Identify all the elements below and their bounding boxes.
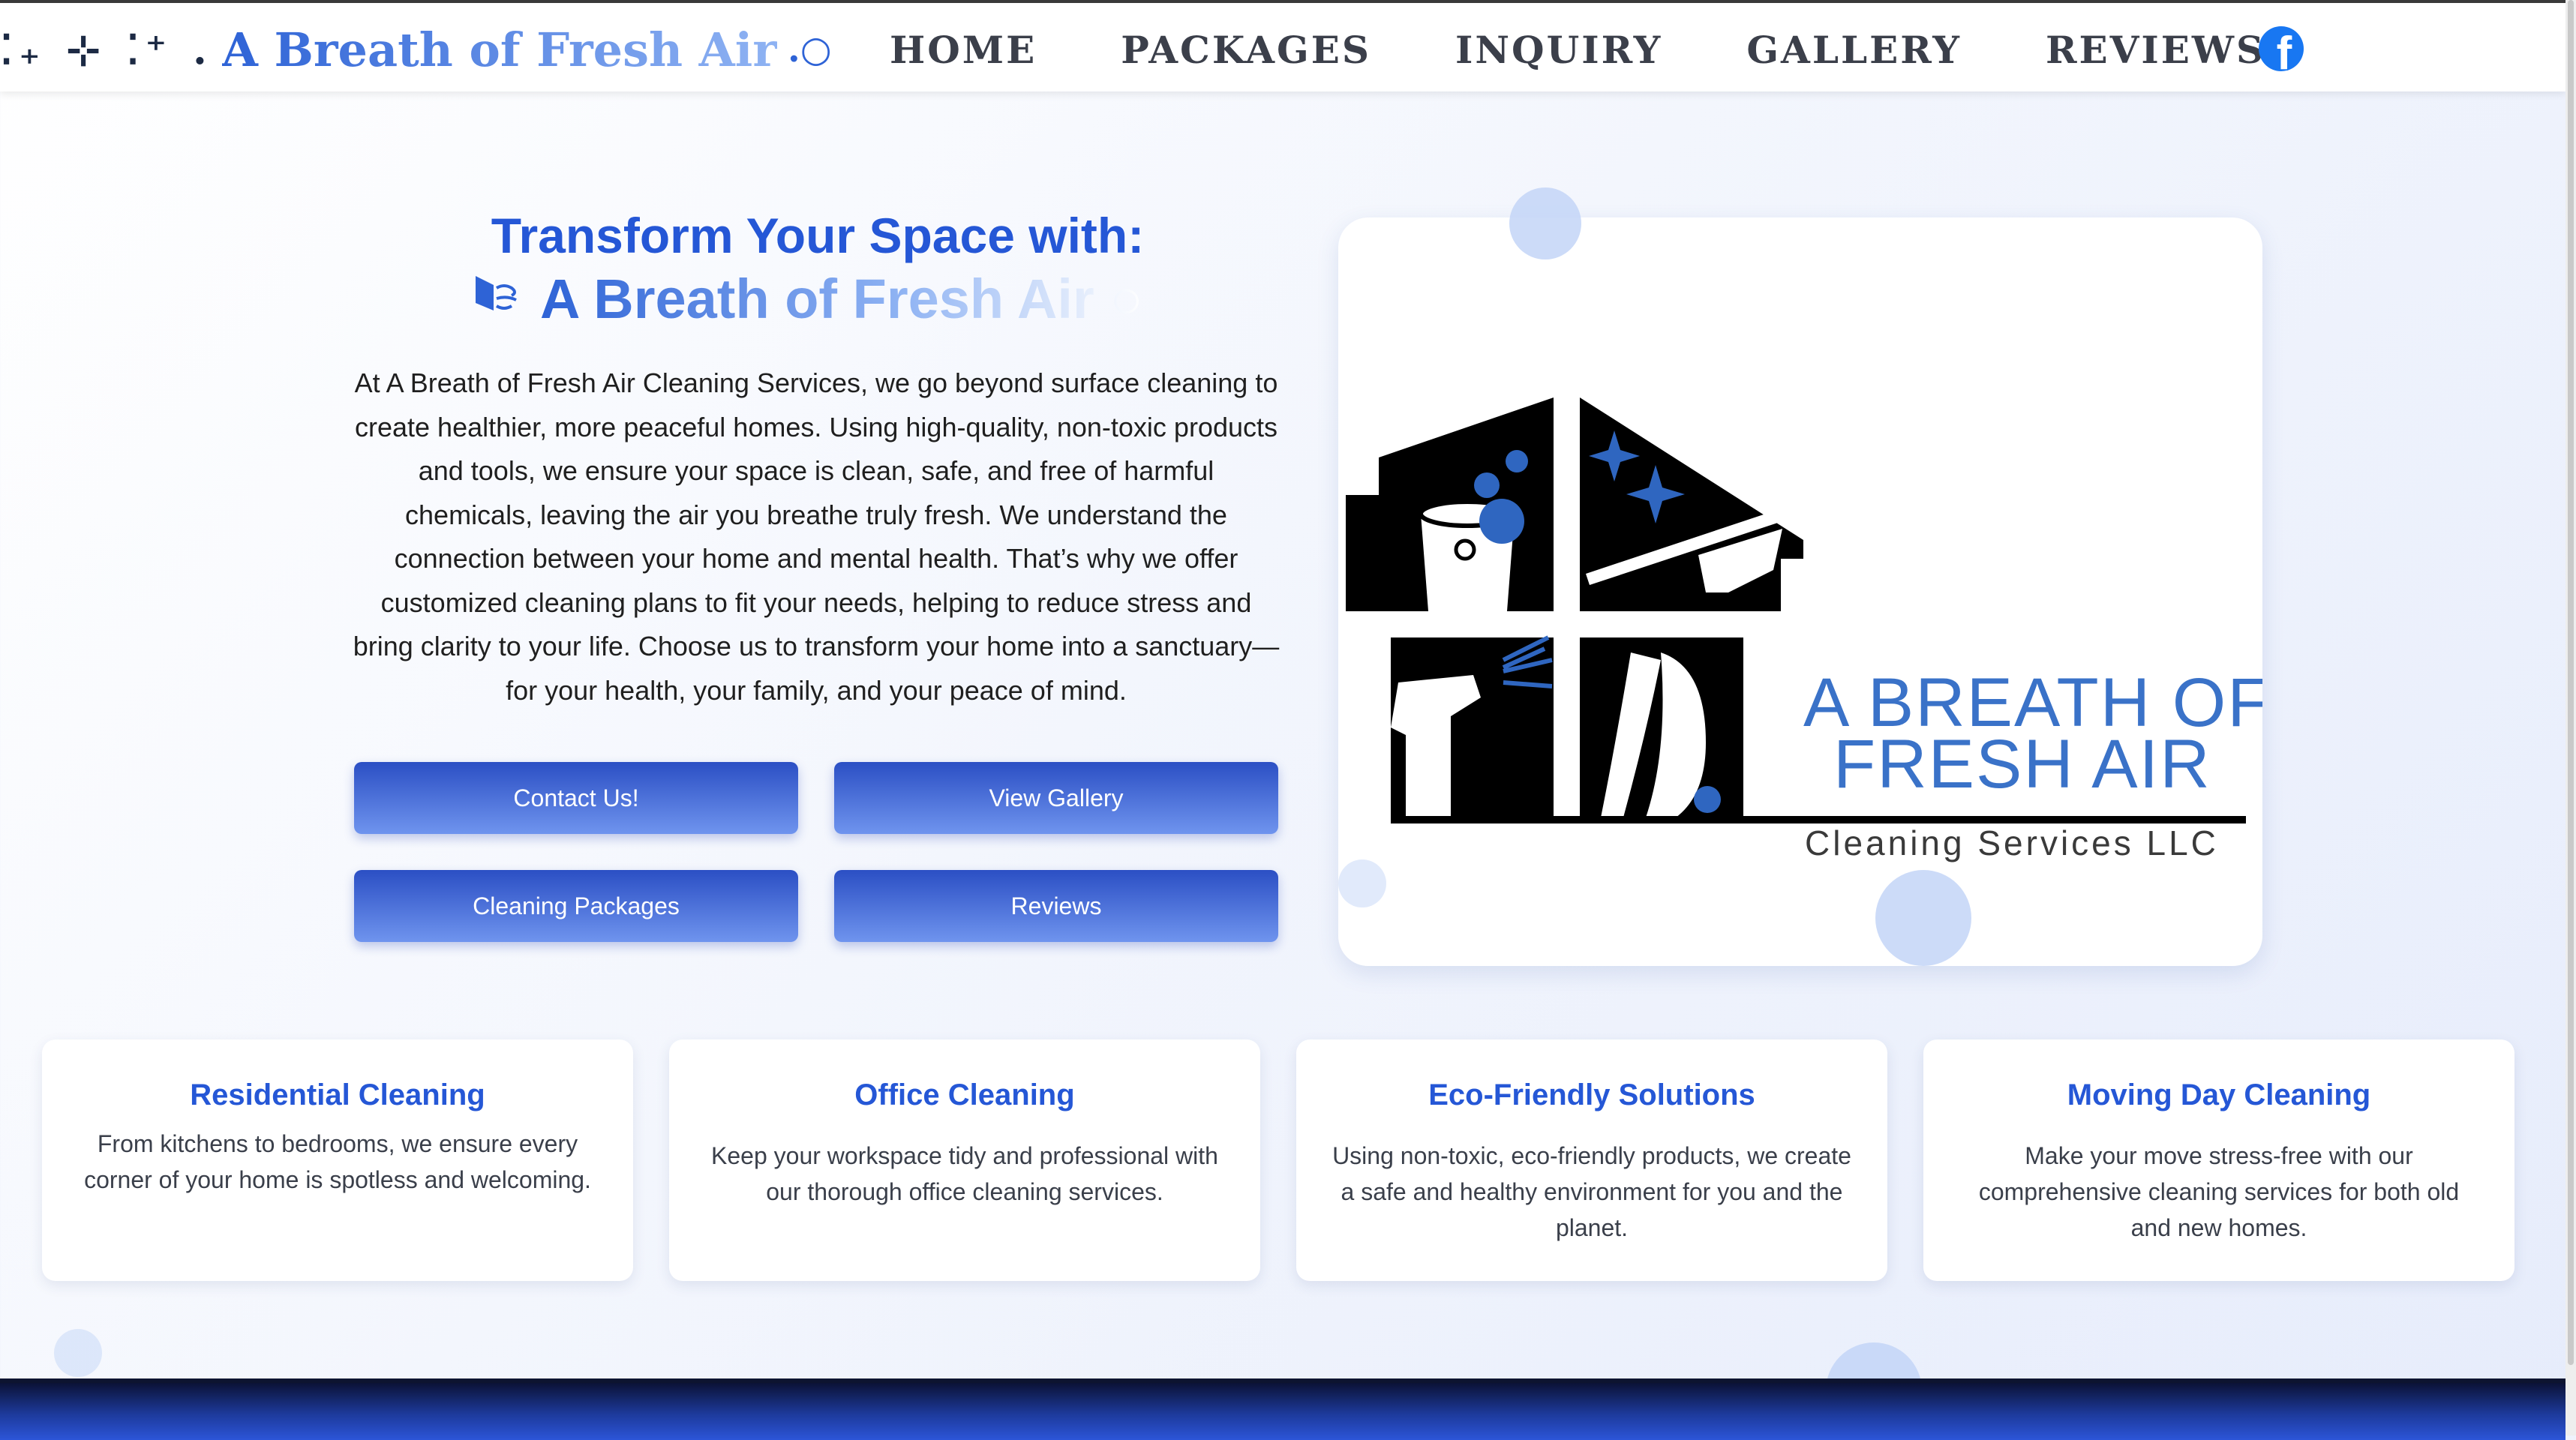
service-title: Moving Day Cleaning <box>2067 1078 2371 1112</box>
hero-brand-name: A Breath of Fresh Air ○ <box>540 267 1143 330</box>
nav-gallery-link[interactable]: GALLERY <box>1746 28 1962 72</box>
wind-icon <box>471 273 524 325</box>
service-title: Eco-Friendly Solutions <box>1428 1078 1755 1112</box>
service-description: Using non-toxic, eco-friendly products, … <box>1332 1142 1851 1241</box>
main-menu: HOME PACKAGES INQUIRY GALLERY REVIEWS <box>890 26 2349 74</box>
view-gallery-button[interactable]: View Gallery <box>834 762 1278 834</box>
nav-inquiry-link[interactable]: INQUIRY <box>1455 28 1662 72</box>
brand-name: A Breath of Fresh Air <box>221 22 777 77</box>
service-card-office: Office Cleaning Keep your workspace tidy… <box>669 1040 1260 1281</box>
nav-packages-link[interactable]: PACKAGES <box>1121 28 1371 72</box>
hero-heading: Transform Your Space with: <box>491 208 1145 263</box>
company-logo-card: A BREATH OF FRESH AIR Cleaning Services … <box>1338 218 2270 966</box>
logo-title-line2: FRESH AIR <box>1833 726 2211 802</box>
service-description: From kitchens to bedrooms, we ensure eve… <box>84 1130 591 1193</box>
service-card-residential: Residential Cleaning From kitchens to be… <box>42 1040 633 1281</box>
decorative-bubble <box>1338 860 1386 908</box>
page-scrollbar[interactable] <box>2565 0 2576 1436</box>
service-card-eco: Eco-Friendly Solutions Using non-toxic, … <box>1296 1040 1887 1281</box>
service-card-moving: Moving Day Cleaning Make your move stres… <box>1923 1040 2514 1281</box>
site-brand[interactable]: ⁚₊ ⊹ ⁚⁺ . A Breath of Fresh Air .○ <box>0 20 832 80</box>
service-description: Make your move stress-free with our comp… <box>1978 1142 2460 1241</box>
cleaning-packages-button[interactable]: Cleaning Packages <box>354 870 798 942</box>
contact-us-button[interactable]: Contact Us! <box>354 762 798 834</box>
nav-reviews-link[interactable]: REVIEWS <box>2046 28 2265 72</box>
decorative-bubble <box>54 1329 102 1377</box>
service-title: Residential Cleaning <box>190 1078 485 1112</box>
hero-subheading: A Breath of Fresh Air ○ <box>471 267 1221 330</box>
brand-sparkles: ⁚₊ ⊹ ⁚⁺ . <box>0 26 213 74</box>
top-navigation-bar: ⁚₊ ⊹ ⁚⁺ . A Breath of Fresh Air .○ HOME … <box>0 3 2565 92</box>
house-logo-graphic: A BREATH OF FRESH AIR Cleaning Services … <box>1346 398 2270 862</box>
service-title: Office Cleaning <box>854 1078 1075 1112</box>
facebook-icon[interactable]: f <box>2259 26 2304 71</box>
decorative-bubble <box>1509 188 1581 260</box>
nav-home-link[interactable]: HOME <box>890 28 1037 72</box>
reviews-button[interactable]: Reviews <box>834 870 1278 942</box>
scrollbar-thumb[interactable] <box>2568 0 2574 1365</box>
logo-subtitle: Cleaning Services LLC <box>1805 824 2219 862</box>
service-description: Keep your workspace tidy and professiona… <box>711 1142 1218 1205</box>
brand-tail-bubble: .○ <box>788 28 832 70</box>
hero-description: At A Breath of Fresh Air Cleaning Servic… <box>353 368 1280 706</box>
decorative-bubble <box>1875 870 1971 966</box>
footer-strip <box>0 1378 2565 1440</box>
